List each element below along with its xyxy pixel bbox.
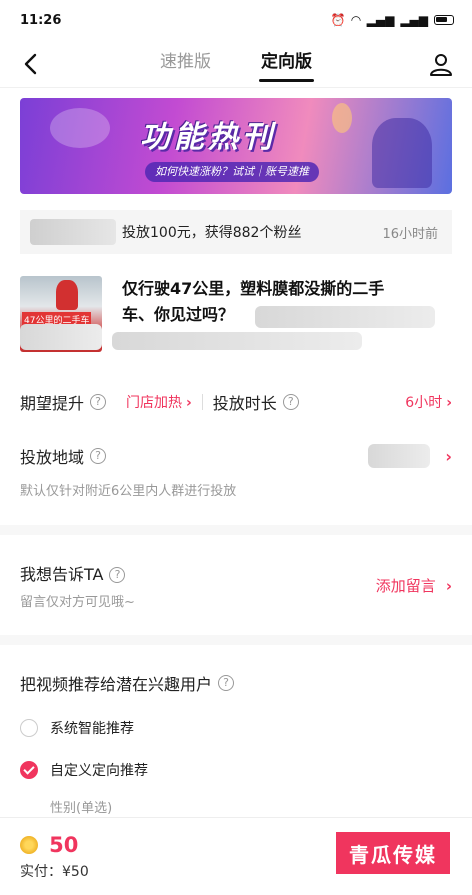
message-desc: 留言仅对方可见哦~ (20, 594, 135, 610)
blurred-text (20, 324, 102, 350)
actual-payment: 实付：¥50 (20, 863, 89, 880)
price-line: 50 (20, 833, 89, 857)
coin-icon (20, 835, 38, 854)
wifi-icon: ◠ (351, 13, 361, 27)
battery-icon (434, 15, 454, 25)
signal-icon: ▂▄▆ (366, 13, 395, 27)
help-icon[interactable]: ? (109, 567, 126, 583)
chevron-right-icon: › (445, 576, 452, 595)
option-smart[interactable]: 系统智能推荐 (0, 717, 472, 739)
add-message-button[interactable]: 添加留言 › (376, 575, 452, 596)
duration-value[interactable]: 6小时 › (405, 392, 452, 412)
banner-decoration (50, 108, 110, 148)
option-smart-label: 系统智能推荐 (50, 721, 134, 737)
bottom-bar: 50 实付：¥50 青瓜传媒 (0, 817, 472, 895)
message-text-group: 我想告诉TA? 留言仅对方可见哦~ (20, 561, 135, 610)
video-card: 47公里的二手车 仅行驶47公里，塑料膜都没撕的二手 车、你见过吗？ (20, 276, 452, 356)
tab-bar: 速推版 定向版 (0, 40, 472, 88)
message-row[interactable]: 我想告诉TA? 留言仅对方可见哦~ 添加留言 › (0, 535, 472, 635)
message-label: 我想告诉TA (20, 564, 104, 584)
expect-label: 期望提升 (20, 394, 85, 413)
blurred-username (30, 219, 116, 245)
gender-label: 性别(单选) (50, 801, 113, 816)
notice-time: 16小时前 (382, 226, 438, 242)
option-custom-label: 自定义定向推荐 (50, 763, 148, 779)
expect-duration-row: 期望提升 ? 门店加热 › 投放时长 ? 6小时 › (0, 390, 472, 414)
section-divider (0, 635, 472, 645)
radio-custom[interactable] (20, 761, 38, 779)
banner-title: 功能热刊 (140, 120, 276, 155)
blurred-text (255, 306, 435, 328)
signal-icon: ▂▄▆ (400, 13, 428, 27)
blurred-region (368, 444, 430, 468)
price-value: 50 (49, 832, 79, 857)
chevron-right-icon: › (446, 395, 452, 411)
tab-quick[interactable]: 速推版 (158, 40, 213, 88)
option-custom[interactable]: 自定义定向推荐 (0, 759, 472, 781)
region-chevron[interactable]: › (445, 447, 452, 466)
banner-subtitle: 如何快速涨粉？试试｜账号速推 (145, 162, 319, 182)
banner-decoration (332, 103, 352, 133)
user-icon[interactable] (428, 51, 454, 77)
pay-button[interactable]: 青瓜传媒 (336, 832, 450, 874)
section-divider (0, 525, 472, 535)
help-icon[interactable]: ? (90, 394, 107, 410)
status-time: 11:26 (20, 12, 62, 28)
promo-banner[interactable]: 功能热刊 如何快速涨粉？试试｜账号速推 (20, 98, 452, 194)
banner-decoration (372, 118, 432, 188)
region-desc: 默认仅针对附近6公里内人群进行投放 (20, 484, 237, 499)
alarm-icon: ⏰ (330, 13, 346, 27)
chevron-right-icon: › (186, 395, 192, 411)
tab-targeted[interactable]: 定向版 (259, 40, 314, 88)
video-title-line1: 仅行驶47公里，塑料膜都没撕的二手 (122, 279, 385, 298)
row-separator (201, 394, 203, 410)
target-title-row: 把视频推荐给潜在兴趣用户 ? (0, 671, 472, 695)
top-nav: 速推版 定向版 (0, 40, 472, 88)
duration-label: 投放时长 (212, 394, 277, 413)
target-title: 把视频推荐给潜在兴趣用户 (20, 675, 213, 694)
notice-text: 投放100元，获得882个粉丝 (122, 225, 302, 241)
region-label: 投放地域 (20, 448, 85, 467)
price-group: 50 实付：¥50 (20, 833, 89, 881)
message-label-line: 我想告诉TA? (20, 561, 135, 585)
radio-smart[interactable] (20, 719, 38, 737)
notice-bar: 投放100元，获得882个粉丝 16小时前 (20, 210, 452, 254)
help-icon[interactable]: ? (282, 394, 299, 410)
expect-value[interactable]: 门店加热 › (126, 392, 192, 412)
status-icons: ⏰ ◠ ▂▄▆ ▂▄▆ (330, 13, 454, 27)
region-row: 投放地域 ? › (0, 444, 472, 468)
blurred-text (112, 332, 362, 350)
help-icon[interactable]: ? (90, 448, 107, 464)
status-bar: 11:26 ⏰ ◠ ▂▄▆ ▂▄▆ (0, 0, 472, 40)
help-icon[interactable]: ? (218, 675, 235, 691)
thumbnail-figure (56, 280, 78, 310)
